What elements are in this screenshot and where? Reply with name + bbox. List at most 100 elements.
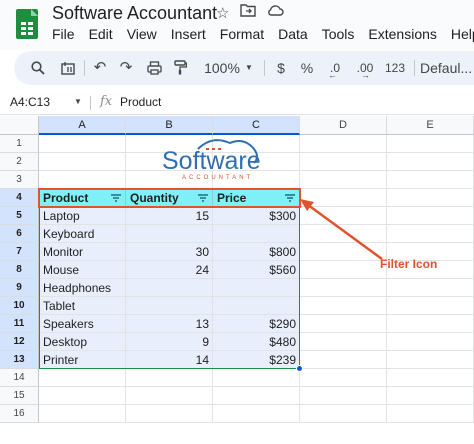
grid-cell[interactable]: [213, 405, 300, 423]
grid-cell[interactable]: [39, 153, 126, 171]
grid-cell[interactable]: [39, 369, 126, 387]
grid-cell[interactable]: [300, 135, 387, 153]
menu-tools[interactable]: Tools: [322, 26, 355, 42]
sheets-logo-icon[interactable]: [16, 9, 38, 39]
grid-cell[interactable]: [300, 387, 387, 405]
print-icon[interactable]: [144, 51, 164, 85]
grid-cell[interactable]: [39, 405, 126, 423]
grid-cell[interactable]: [300, 369, 387, 387]
price-cell[interactable]: $800: [215, 243, 296, 261]
grid-cell[interactable]: [387, 189, 474, 207]
grid-cell[interactable]: [387, 369, 474, 387]
menu-insert[interactable]: Insert: [171, 26, 206, 42]
grid-cell[interactable]: [126, 369, 213, 387]
grid-cell[interactable]: [39, 171, 126, 189]
row-header-9[interactable]: 9: [0, 279, 39, 297]
product-cell[interactable]: Headphones: [43, 279, 111, 297]
menu-extensions[interactable]: Extensions: [368, 26, 436, 42]
quantity-cell[interactable]: 13: [128, 315, 209, 333]
grid-cell[interactable]: [387, 207, 474, 225]
grid-cell[interactable]: [300, 297, 387, 315]
grid-cell[interactable]: [39, 135, 126, 153]
column-header-e[interactable]: E: [387, 116, 474, 135]
product-cell[interactable]: Desktop: [43, 333, 87, 351]
product-cell[interactable]: Mouse: [43, 261, 79, 279]
menu-format[interactable]: Format: [220, 26, 264, 42]
grid-cell[interactable]: [387, 171, 474, 189]
grid-cell[interactable]: [39, 387, 126, 405]
redo-icon[interactable]: ↷: [116, 51, 136, 85]
quantity-cell[interactable]: 9: [128, 333, 209, 351]
row-header-15[interactable]: 15: [0, 387, 39, 405]
spreadsheet-grid[interactable]: A B C D E 1 2 3 4 5 6 7 8 9 10 11 12 13 14 15 16 Product Quant…: [0, 116, 474, 444]
grid-cell[interactable]: [387, 315, 474, 333]
currency-format-button[interactable]: $: [272, 51, 290, 85]
paint-format-icon[interactable]: [170, 51, 190, 85]
column-header-d[interactable]: D: [300, 116, 387, 135]
row-header-4[interactable]: 4: [0, 189, 39, 207]
grid-cell[interactable]: [213, 387, 300, 405]
formula-input[interactable]: Product: [120, 95, 161, 109]
grid-cell[interactable]: [126, 225, 213, 243]
product-cell[interactable]: Speakers: [43, 315, 94, 333]
row-header-2[interactable]: 2: [0, 153, 39, 171]
menu-view[interactable]: View: [127, 26, 157, 42]
row-header-7[interactable]: 7: [0, 243, 39, 261]
star-icon[interactable]: ☆: [216, 4, 229, 22]
cloud-saved-icon[interactable]: [266, 3, 284, 21]
grid-cell[interactable]: [387, 405, 474, 423]
grid-cell[interactable]: [213, 369, 300, 387]
row-header-16[interactable]: 16: [0, 405, 39, 423]
undo-icon[interactable]: ↶: [90, 51, 110, 85]
grid-cell[interactable]: [387, 153, 474, 171]
quantity-cell[interactable]: 15: [128, 207, 209, 225]
row-header-6[interactable]: 6: [0, 225, 39, 243]
price-cell[interactable]: $560: [215, 261, 296, 279]
grid-cell[interactable]: [387, 225, 474, 243]
menu-edit[interactable]: Edit: [89, 26, 113, 42]
increase-decimal-button[interactable]: .00 →: [352, 51, 378, 85]
grid-cell[interactable]: [126, 387, 213, 405]
product-cell[interactable]: Tablet: [43, 297, 75, 315]
product-cell[interactable]: Keyboard: [43, 225, 94, 243]
number-format-button[interactable]: 123: [382, 51, 408, 85]
grid-cell[interactable]: [126, 297, 213, 315]
menu-help[interactable]: Help: [451, 26, 474, 42]
grid-cell[interactable]: [387, 279, 474, 297]
document-title[interactable]: Software Accountant: [52, 3, 217, 24]
grid-cell[interactable]: [126, 405, 213, 423]
column-header-c[interactable]: C: [213, 116, 300, 135]
grid-cell[interactable]: [213, 297, 300, 315]
grid-cell[interactable]: [300, 171, 387, 189]
grid-cell[interactable]: [387, 351, 474, 369]
price-cell[interactable]: $290: [215, 315, 296, 333]
move-folder-icon[interactable]: [240, 3, 256, 21]
row-header-1[interactable]: 1: [0, 135, 39, 153]
grid-cell[interactable]: [387, 297, 474, 315]
price-cell[interactable]: $239: [215, 351, 296, 369]
search-menus-icon[interactable]: [28, 51, 48, 85]
row-header-13[interactable]: 13: [0, 351, 39, 369]
font-select[interactable]: Defaul...: [420, 51, 474, 85]
product-cell[interactable]: Laptop: [43, 207, 80, 225]
name-box-dropdown-icon[interactable]: ▼: [74, 97, 82, 106]
fill-handle[interactable]: [296, 365, 303, 372]
grid-cell[interactable]: [300, 315, 387, 333]
row-header-14[interactable]: 14: [0, 369, 39, 387]
price-cell[interactable]: $480: [215, 333, 296, 351]
grid-cell[interactable]: [300, 351, 387, 369]
quantity-cell[interactable]: 30: [128, 243, 209, 261]
quantity-cell[interactable]: 24: [128, 261, 209, 279]
grid-cell[interactable]: [300, 279, 387, 297]
grid-cell[interactable]: [300, 405, 387, 423]
zoom-select[interactable]: 100%: [200, 51, 244, 85]
name-box[interactable]: A4:C13: [10, 95, 50, 109]
select-all-corner[interactable]: [0, 116, 39, 135]
product-cell[interactable]: Monitor: [43, 243, 83, 261]
row-header-8[interactable]: 8: [0, 261, 39, 279]
column-header-a[interactable]: A: [39, 116, 126, 135]
zoom-dropdown-icon[interactable]: ▼: [244, 51, 254, 85]
product-cell[interactable]: Printer: [43, 351, 78, 369]
grid-cell[interactable]: [213, 279, 300, 297]
quantity-cell[interactable]: 14: [128, 351, 209, 369]
